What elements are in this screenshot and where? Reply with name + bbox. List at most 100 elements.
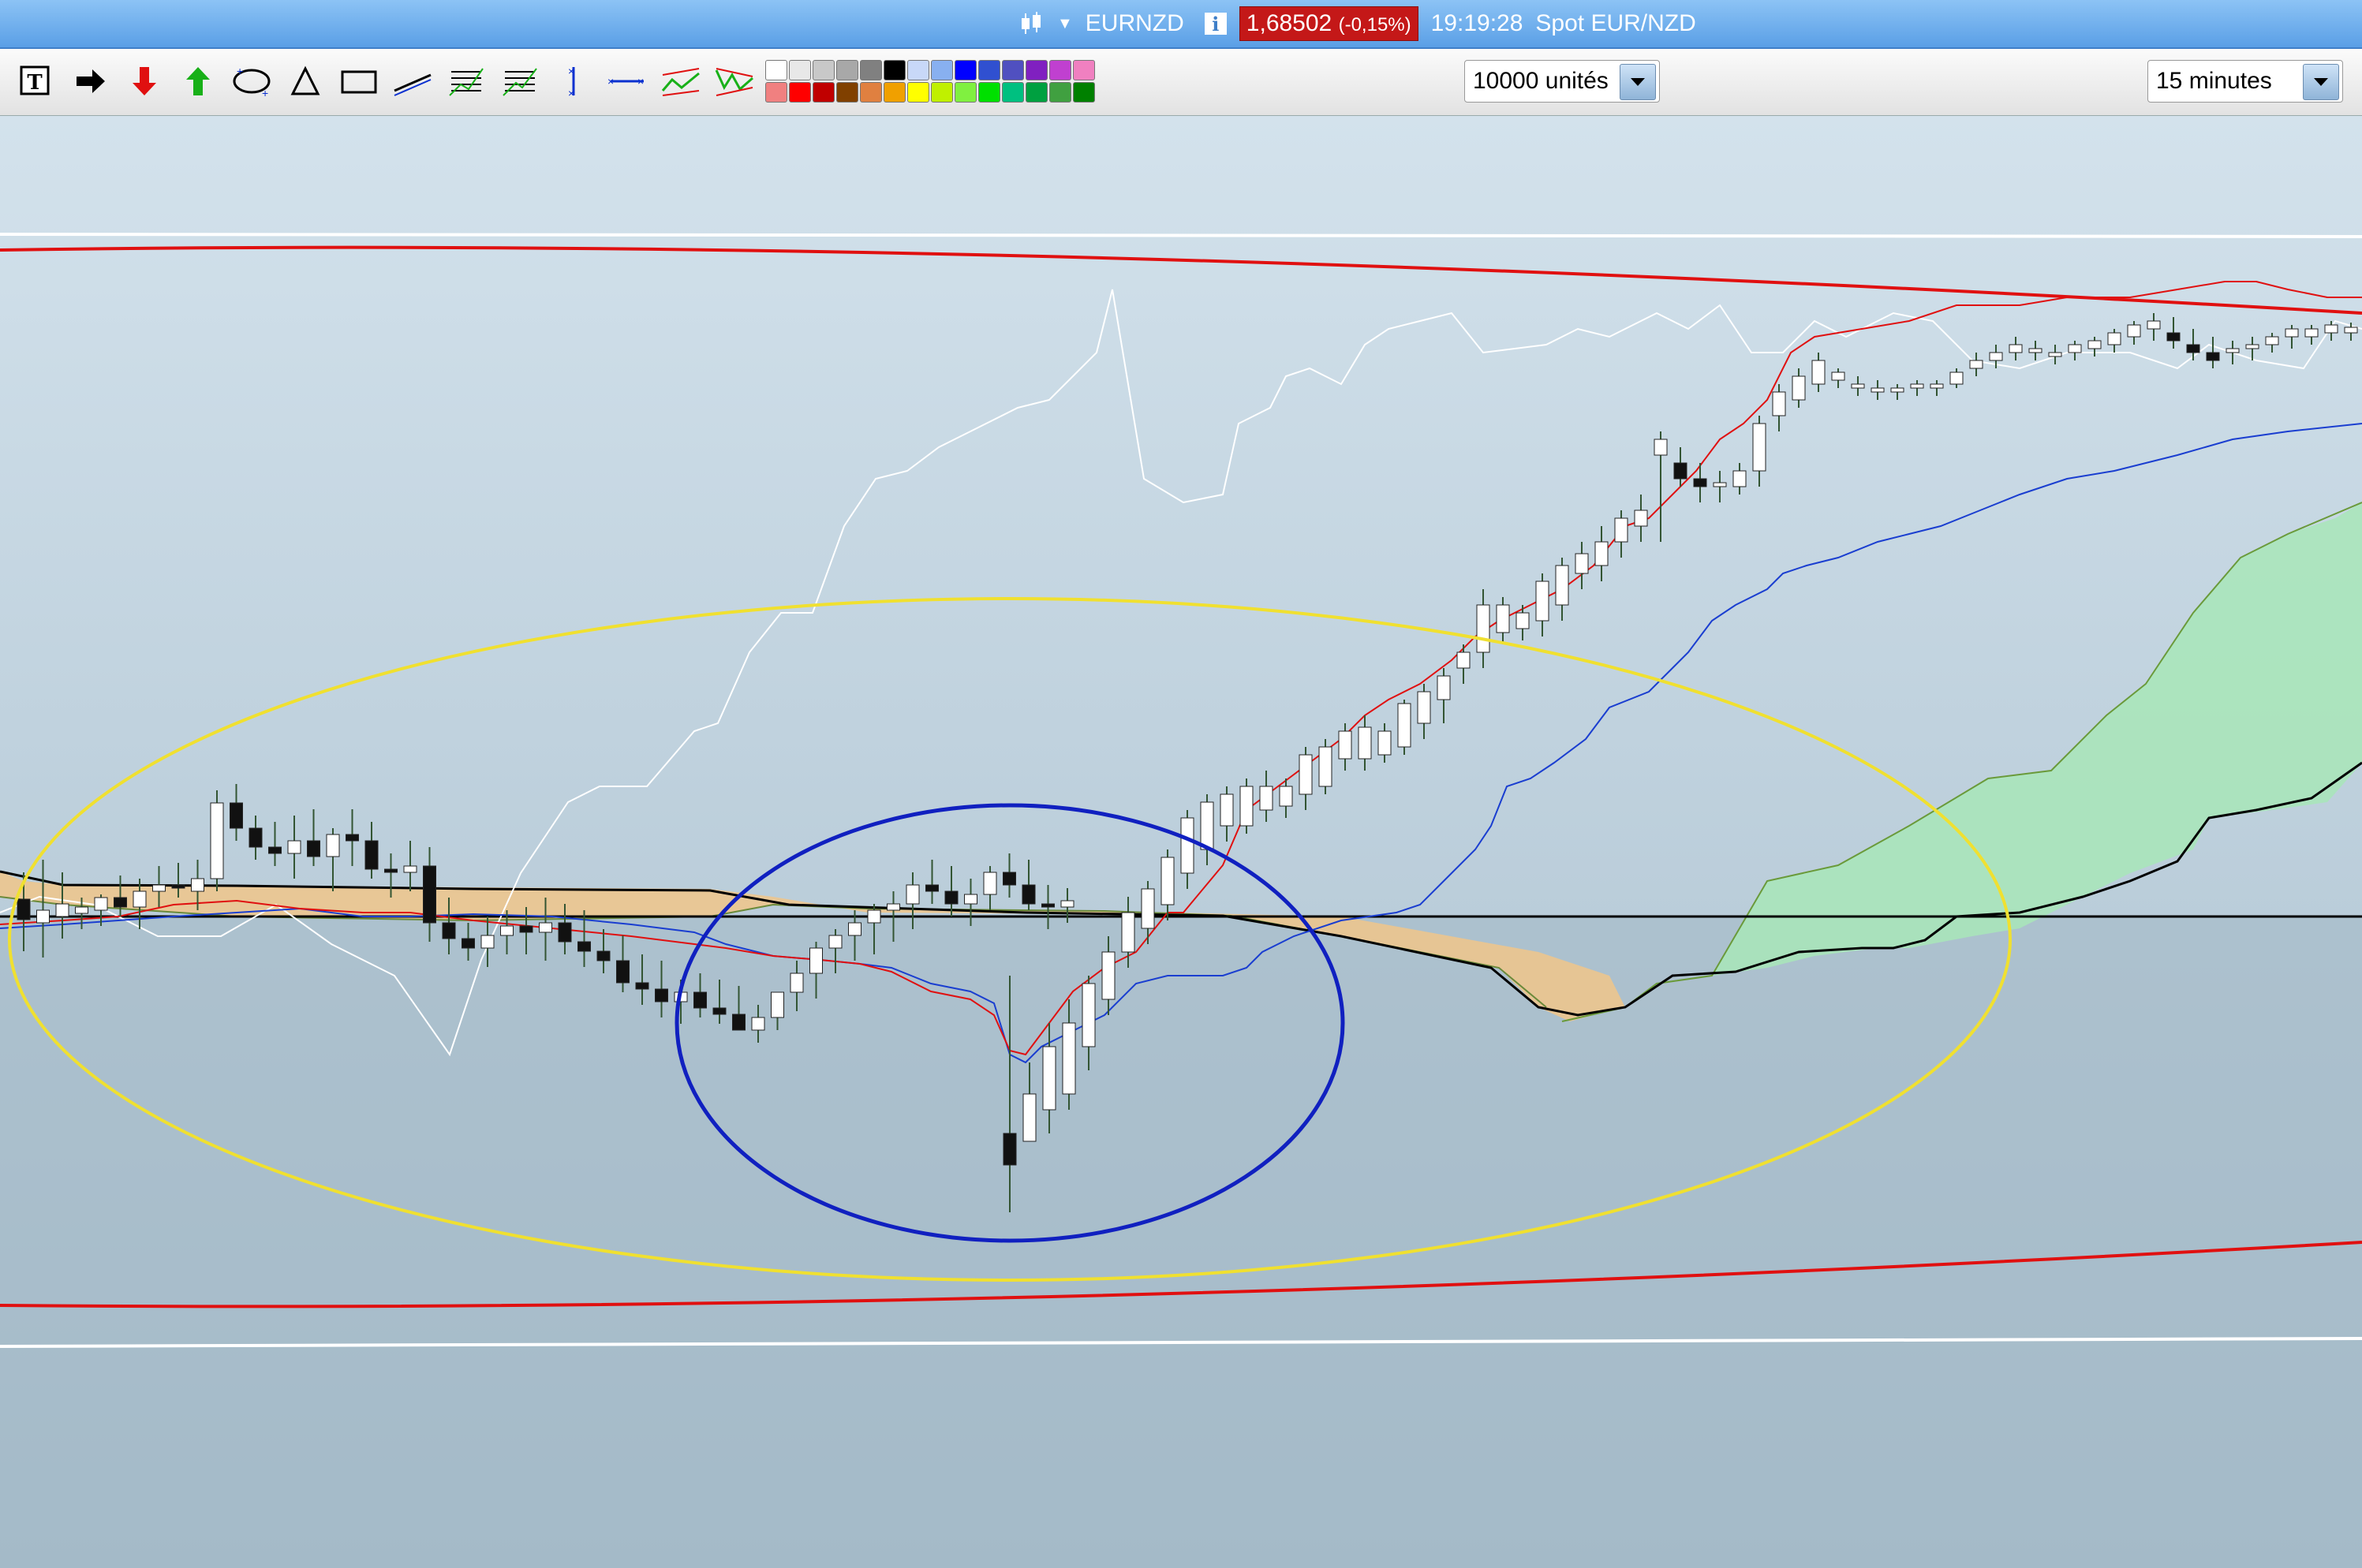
candle-body: [1673, 462, 1687, 480]
color-swatch[interactable]: [1026, 60, 1048, 80]
chevron-down-icon[interactable]: [2303, 64, 2339, 100]
candle-body: [925, 884, 939, 892]
trend-line-icon[interactable]: [391, 60, 434, 103]
title-bar: ▼ EURNZD i 1,68502 (-0,15%) 19:19:28 Spo…: [0, 0, 2362, 49]
text-tool-icon[interactable]: T: [14, 60, 57, 103]
color-swatch[interactable]: [860, 82, 882, 103]
timeframe-select[interactable]: 15 minutes: [2147, 60, 2343, 103]
candle-body: [1713, 482, 1727, 487]
arrow-right-icon[interactable]: [69, 60, 112, 103]
color-swatch[interactable]: [1026, 82, 1048, 103]
candle-body: [403, 865, 417, 873]
triangle-pattern-icon[interactable]: [713, 60, 756, 103]
candle-body: [1042, 1046, 1056, 1111]
color-swatch[interactable]: [836, 60, 858, 80]
color-swatch[interactable]: [1049, 82, 1071, 103]
candle-body: [867, 909, 881, 924]
color-swatch[interactable]: [884, 60, 906, 80]
color-swatch[interactable]: [1073, 60, 1095, 80]
candle-body: [268, 846, 282, 854]
color-swatch[interactable]: [813, 60, 835, 80]
candle-body: [577, 941, 591, 952]
candle-body: [1358, 726, 1372, 760]
instrument-dropdown-icon[interactable]: ▼: [1057, 15, 1073, 33]
candle-body: [596, 950, 611, 961]
candle-body: [1062, 1022, 1076, 1095]
candle-body: [1377, 730, 1392, 756]
color-swatch[interactable]: [1073, 82, 1095, 103]
color-swatch[interactable]: [978, 82, 1000, 103]
color-swatch[interactable]: [978, 60, 1000, 80]
candle-body: [1456, 651, 1471, 669]
candle-body: [2127, 324, 2141, 338]
candle-body: [480, 935, 495, 949]
color-swatch[interactable]: [789, 82, 811, 103]
price-chart[interactable]: [0, 116, 2362, 1568]
units-select[interactable]: 10000 unités: [1464, 60, 1660, 103]
candle-body: [1555, 565, 1569, 606]
arrow-down-red-icon[interactable]: [123, 60, 166, 103]
candle-body: [771, 991, 784, 1018]
color-swatch[interactable]: [860, 60, 882, 80]
candlestick-icon[interactable]: [1018, 10, 1045, 37]
candle-body: [2265, 336, 2279, 345]
color-swatch[interactable]: [931, 82, 953, 103]
candle-body: [307, 840, 320, 857]
color-palette: [765, 60, 1095, 103]
candle-body: [1160, 857, 1175, 905]
candle-body: [906, 884, 920, 905]
candle-body: [1318, 746, 1332, 787]
candle-body: [2048, 352, 2062, 357]
candle-body: [114, 897, 127, 908]
fibonacci-fan-icon[interactable]: [499, 60, 541, 103]
candle-body: [616, 960, 630, 984]
info-icon[interactable]: i: [1204, 13, 1227, 35]
candle-body: [1141, 888, 1155, 929]
color-swatch[interactable]: [765, 60, 787, 80]
instrument-symbol[interactable]: EURNZD: [1086, 10, 1184, 37]
horizontal-line-icon[interactable]: × ×: [606, 60, 648, 103]
candle-body: [17, 898, 31, 920]
color-swatch[interactable]: [765, 82, 787, 103]
color-swatch[interactable]: [1002, 82, 1024, 103]
candle-body: [2186, 344, 2200, 353]
candle-body: [1476, 604, 1490, 653]
color-swatch[interactable]: [1002, 60, 1024, 80]
chevron-down-icon[interactable]: [1620, 64, 1656, 100]
instrument-header: ▼ EURNZD i 1,68502 (-0,15%) 19:19:28 Spo…: [1018, 6, 1696, 41]
candle-body: [1890, 387, 1904, 393]
vertical-line-icon[interactable]: × ×: [552, 60, 595, 103]
candle-body: [1654, 439, 1668, 456]
color-swatch[interactable]: [884, 82, 906, 103]
candle-body: [539, 922, 552, 933]
rectangle-tool-icon[interactable]: [338, 60, 380, 103]
color-swatch[interactable]: [813, 82, 835, 103]
candle-body: [442, 922, 456, 939]
drawing-toolbar: T + + × × × × 10000 unités 15 minutes: [0, 49, 2362, 116]
candle-body: [732, 1014, 746, 1031]
candle-body: [2068, 344, 2082, 353]
candle-body: [1792, 375, 1806, 401]
candle-body: [1594, 541, 1609, 566]
color-swatch[interactable]: [955, 60, 977, 80]
color-swatch[interactable]: [955, 82, 977, 103]
candle-body: [1732, 470, 1747, 487]
candle-body: [1279, 786, 1293, 807]
color-swatch[interactable]: [789, 60, 811, 80]
color-swatch[interactable]: [907, 82, 929, 103]
candle-body: [1239, 786, 1254, 827]
candle-body: [964, 894, 977, 905]
fibonacci-retracement-icon[interactable]: [445, 60, 488, 103]
pattern-tool-icon[interactable]: [660, 60, 702, 103]
color-swatch[interactable]: [836, 82, 858, 103]
candle-body: [2304, 328, 2319, 338]
arrow-up-green-icon[interactable]: [177, 60, 219, 103]
candle-body: [1060, 900, 1074, 908]
triangle-tool-icon[interactable]: [284, 60, 327, 103]
color-swatch[interactable]: [1049, 60, 1071, 80]
ellipse-tool-icon[interactable]: + +: [230, 60, 273, 103]
candle-body: [751, 1017, 765, 1031]
color-swatch[interactable]: [907, 60, 929, 80]
candle-body: [2344, 327, 2358, 334]
color-swatch[interactable]: [931, 60, 953, 80]
